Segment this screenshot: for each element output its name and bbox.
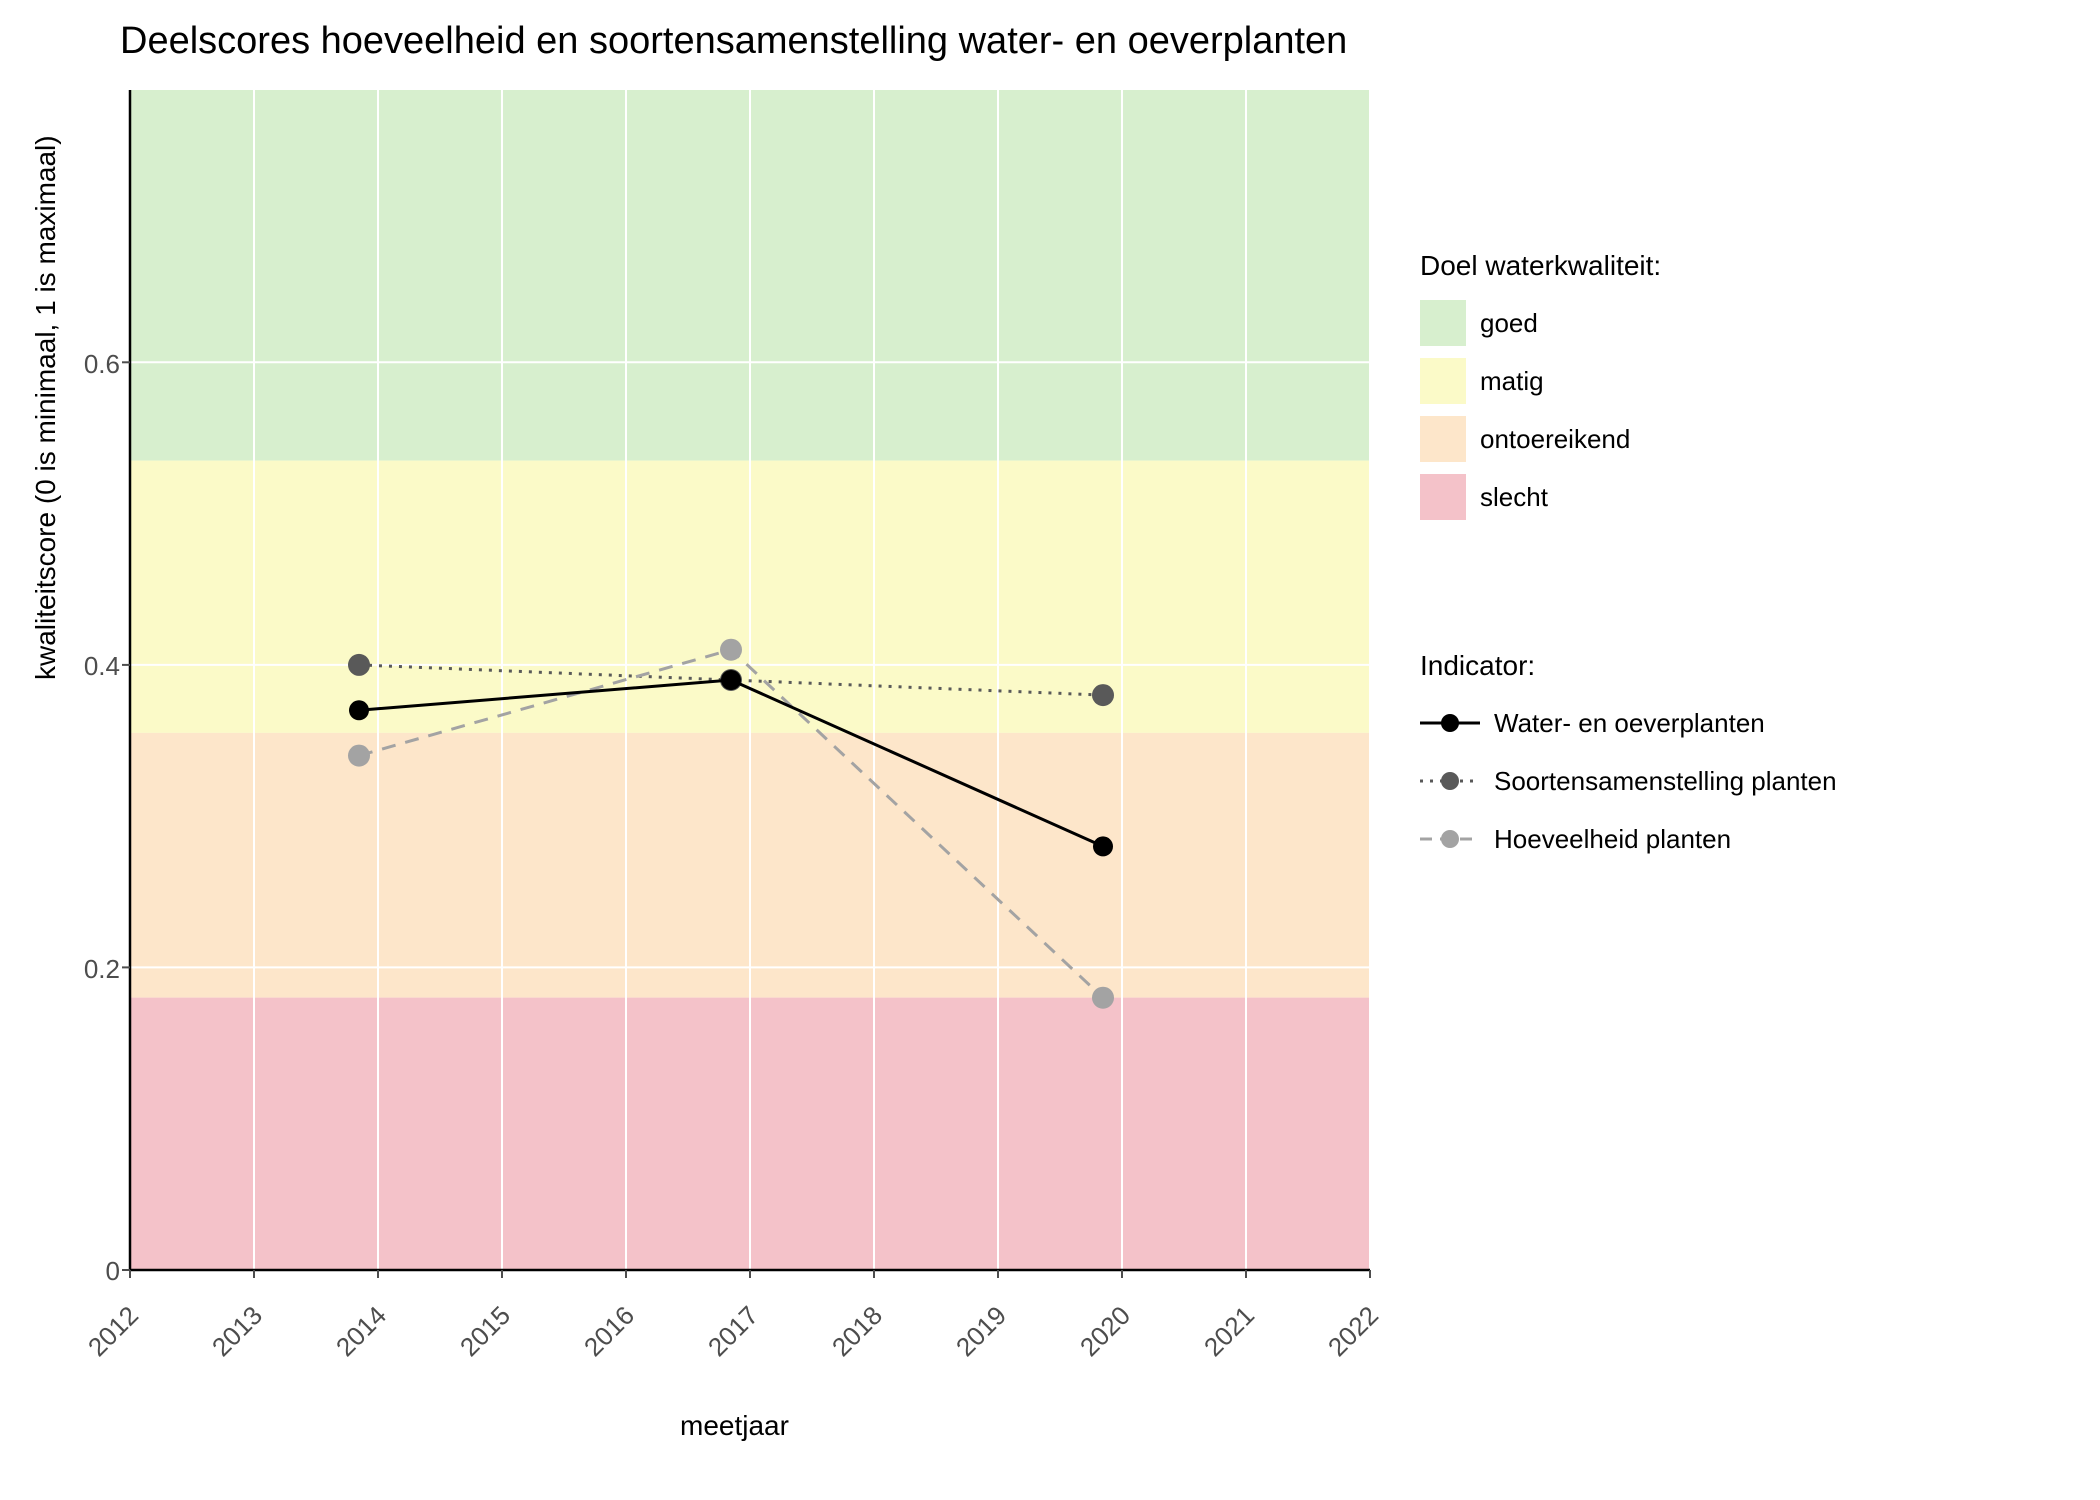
y-tick-0: 0 — [60, 1256, 120, 1287]
y-tick-2: 0.4 — [60, 651, 120, 682]
swatch-matig — [1420, 358, 1466, 404]
legend-doel-item-goed: goed — [1420, 300, 1661, 346]
x-tick-0: 2012 — [82, 1300, 145, 1363]
swatch-goed — [1420, 300, 1466, 346]
x-axis-label: meetjaar — [680, 1410, 789, 1442]
legend-doel-label: ontoereikend — [1480, 424, 1630, 455]
x-tick-2: 2014 — [330, 1300, 393, 1363]
legend-sample-solid — [1420, 708, 1480, 738]
legend-indicator: Indicator: Water- en oeverplanten Soorte… — [1420, 650, 1837, 874]
plot-area — [130, 90, 1370, 1270]
x-tick-6: 2018 — [826, 1300, 889, 1363]
legend-indicator-label: Water- en oeverplanten — [1494, 708, 1765, 739]
swatch-ontoereikend — [1420, 416, 1466, 462]
swatch-slecht — [1420, 474, 1466, 520]
legend-sample-dashed — [1420, 824, 1480, 854]
legend-doel-label: goed — [1480, 308, 1538, 339]
legend-indicator-item-hoeveelheid: Hoeveelheid planten — [1420, 816, 1837, 862]
legend-doel: Doel waterkwaliteit: goed matig ontoerei… — [1420, 250, 1661, 532]
legend-doel-title: Doel waterkwaliteit: — [1420, 250, 1661, 282]
chart-container: Deelscores hoeveelheid en soortensamenst… — [0, 0, 2100, 1500]
x-tick-5: 2017 — [702, 1300, 765, 1363]
legend-doel-label: matig — [1480, 366, 1544, 397]
x-tick-10: 2022 — [1322, 1300, 1385, 1363]
x-tick-7: 2019 — [950, 1300, 1013, 1363]
legend-doel-item-slecht: slecht — [1420, 474, 1661, 520]
x-tick-3: 2015 — [454, 1300, 517, 1363]
legend-doel-item-matig: matig — [1420, 358, 1661, 404]
y-axis-label: kwaliteitscore (0 is minimaal, 1 is maxi… — [30, 135, 62, 680]
legend-doel-item-ontoereikend: ontoereikend — [1420, 416, 1661, 462]
legend-indicator-label: Hoeveelheid planten — [1494, 824, 1731, 855]
legend-sample-dotted — [1420, 766, 1480, 796]
chart-title: Deelscores hoeveelheid en soortensamenst… — [120, 20, 1347, 63]
legend-indicator-title: Indicator: — [1420, 650, 1837, 682]
y-tick-1: 0.2 — [60, 954, 120, 985]
y-tick-3: 0.6 — [60, 349, 120, 380]
x-tick-9: 2021 — [1198, 1300, 1261, 1363]
x-tick-1: 2013 — [206, 1300, 269, 1363]
legend-indicator-item-soorten: Soortensamenstelling planten — [1420, 758, 1837, 804]
legend-indicator-label: Soortensamenstelling planten — [1494, 766, 1837, 797]
x-tick-4: 2016 — [578, 1300, 641, 1363]
legend-doel-label: slecht — [1480, 482, 1548, 513]
x-tick-8: 2020 — [1074, 1300, 1137, 1363]
legend-indicator-item-water: Water- en oeverplanten — [1420, 700, 1837, 746]
